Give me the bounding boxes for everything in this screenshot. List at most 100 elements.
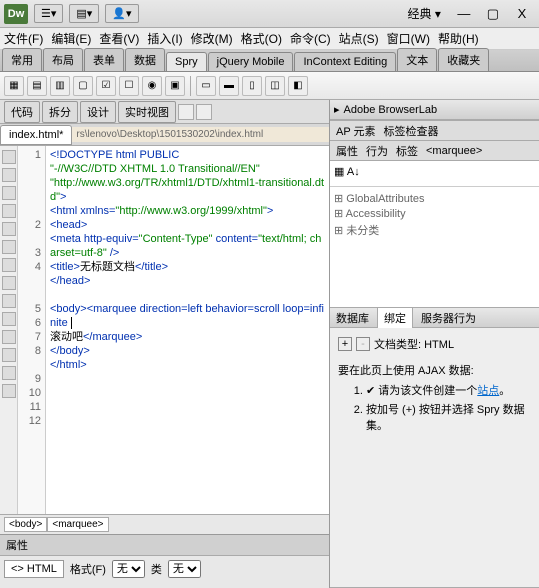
title-bar: Dw ☰▾ ▤▾ 👤▾ 经典 ▾ — ▢ X [0,0,539,28]
remove-binding-button[interactable]: - [356,337,370,351]
format-select[interactable]: 无 [112,560,145,578]
spry-icon-13[interactable]: ◧ [288,76,308,96]
live-view-button[interactable]: 实时视图 [118,101,176,123]
workspace-preset[interactable]: 经典 ▾ [408,5,441,22]
subtab-behaviors[interactable]: 行为 [366,143,388,159]
menu-help[interactable]: 帮助(H) [438,30,479,47]
step-1: ✔ 请为该文件创建一个站点。 [366,382,531,398]
gutter-icon[interactable] [2,330,16,344]
live-code-icon[interactable] [196,104,212,120]
design-view-button[interactable]: 设计 [80,101,116,123]
spry-icon-9[interactable]: ▭ [196,76,216,96]
spry-icon-5[interactable]: ☑ [96,76,116,96]
layout-menu-button[interactable]: ☰▾ [34,4,63,23]
category-view-icon[interactable]: ▦ [334,166,344,178]
insert-tab-bar: 常用 布局 表单 数据 Spry jQuery Mobile InContext… [0,50,539,72]
attribute-list[interactable]: ⊞ GlobalAttributes ⊞ Accessibility ⊞ 未分类 [330,187,539,307]
doctype-label: 文档类型: HTML [374,336,454,352]
code-editor[interactable]: <!DOCTYPE html PUBLIC "-//W3C//DTD XHTML… [46,146,329,514]
gutter-icon[interactable] [2,276,16,290]
gutter-icon[interactable] [2,384,16,398]
class-select[interactable]: 无 [168,560,201,578]
gutter-icon[interactable] [2,168,16,182]
spry-icon-1[interactable]: ▦ [4,76,24,96]
tab-bindings[interactable]: 绑定 [377,307,413,328]
gutter-icon[interactable] [2,312,16,326]
code-view-button[interactable]: 代码 [4,101,40,123]
menu-command[interactable]: 命令(C) [290,30,331,47]
tab-spry[interactable]: Spry [166,52,207,71]
tab-form[interactable]: 表单 [84,48,124,71]
gutter-icon[interactable] [2,204,16,218]
subtab-tag[interactable]: 标签 [396,143,418,159]
close-button[interactable]: X [509,6,535,21]
tab-tag-inspector[interactable]: 标签检查器 [384,123,439,139]
html-mode-button[interactable]: <> HTML [4,560,64,578]
spry-icon-12[interactable]: ◫ [265,76,285,96]
spry-icon-4[interactable]: ▢ [73,76,93,96]
text-cursor [71,317,72,329]
class-label: 类 [151,561,162,577]
tab-favorites[interactable]: 收藏夹 [438,48,489,71]
spry-icon-6[interactable]: ☐ [119,76,139,96]
tab-database[interactable]: 数据库 [336,310,369,326]
panel-title[interactable]: Adobe BrowserLab [344,104,438,116]
tab-incontext[interactable]: InContext Editing [294,52,396,71]
tab-common[interactable]: 常用 [2,48,42,71]
tag-marquee[interactable]: <marquee> [47,517,108,532]
menu-bar: 文件(F) 编辑(E) 查看(V) 插入(I) 修改(M) 格式(O) 命令(C… [0,28,539,50]
tab-server-behaviors[interactable]: 服务器行为 [421,310,476,326]
ajax-info: 要在此页上使用 AJAX 数据: ✔ 请为该文件创建一个站点。 按加号 (+) … [338,362,531,433]
insert-icon-bar: ▦ ▤ ▥ ▢ ☑ ☐ ◉ ▣ ▭ ▬ ▯ ◫ ◧ [0,72,539,100]
gutter-icon[interactable] [2,150,16,164]
tab-jquery-mobile[interactable]: jQuery Mobile [208,52,294,71]
properties-panel: 属性 <> HTML 格式(F) 无 类 无 [0,534,329,588]
spry-icon-3[interactable]: ▥ [50,76,70,96]
spry-icon-2[interactable]: ▤ [27,76,47,96]
tab-layout[interactable]: 布局 [43,48,83,71]
spry-icon-8[interactable]: ▣ [165,76,185,96]
tag-body[interactable]: <body> [4,517,47,532]
list-view-icon[interactable]: A↓ [347,166,360,178]
step-2: 按加号 (+) 按钮并选择 Spry 数据集。 [366,401,531,433]
gutter-icon[interactable] [2,294,16,308]
menu-format[interactable]: 格式(O) [241,30,282,47]
inspect-icon[interactable] [178,104,194,120]
spry-icon-11[interactable]: ▯ [242,76,262,96]
doc-tab-index[interactable]: index.html* [0,125,72,145]
gutter-icon[interactable] [2,348,16,362]
gutter-icon[interactable] [2,240,16,254]
window-controls: — ▢ X [451,6,535,22]
expand-icon[interactable]: ▸ [334,103,340,116]
menu-file[interactable]: 文件(F) [4,30,43,47]
gutter-icon[interactable] [2,366,16,380]
spry-icon-10[interactable]: ▬ [219,76,239,96]
app-logo: Dw [4,4,28,24]
menu-insert[interactable]: 插入(I) [147,30,182,47]
bindings-panel: 数据库 绑定 服务器行为 + - 文档类型: HTML 要在此页上使用 AJAX… [330,308,539,588]
minimize-button[interactable]: — [451,6,477,21]
maximize-button[interactable]: ▢ [480,6,506,22]
subtab-attributes[interactable]: 属性 [336,143,358,159]
tab-ap-elements[interactable]: AP 元素 [336,123,376,139]
menu-view[interactable]: 查看(V) [99,30,139,47]
document-tabs: index.html* rs\lenovo\Desktop\1501530202… [0,124,329,146]
spry-icon-7[interactable]: ◉ [142,76,162,96]
split-view-button[interactable]: 拆分 [42,101,78,123]
gutter-icon[interactable] [2,186,16,200]
gutter-icon[interactable] [2,258,16,272]
tag-selector-bar: <body> <marquee> [0,514,329,534]
gutter-icon[interactable] [2,222,16,236]
browserlab-panel: ▸ Adobe BrowserLab [330,100,539,121]
site-link[interactable]: 站点 [477,385,499,397]
menu-window[interactable]: 窗口(W) [387,30,430,47]
menu-site[interactable]: 站点(S) [339,30,379,47]
workspace-button[interactable]: ▤▾ [69,4,99,23]
user-button[interactable]: 👤▾ [105,4,138,23]
tab-data[interactable]: 数据 [125,48,165,71]
properties-header[interactable]: 属性 [0,535,329,556]
add-binding-button[interactable]: + [338,337,352,351]
menu-edit[interactable]: 编辑(E) [51,30,91,47]
menu-modify[interactable]: 修改(M) [191,30,233,47]
tab-text[interactable]: 文本 [397,48,437,71]
